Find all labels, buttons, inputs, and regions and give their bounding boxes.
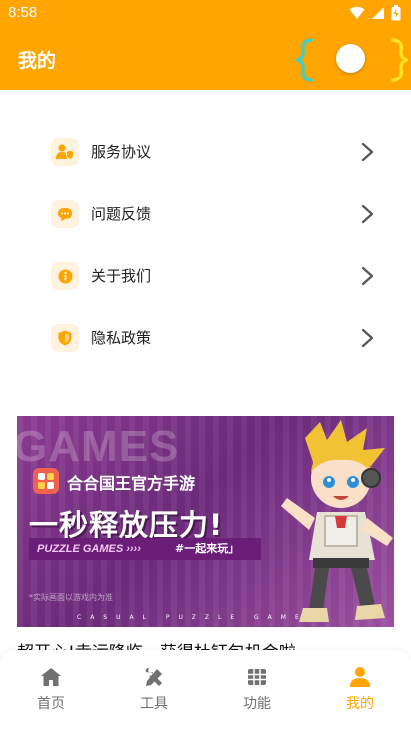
game-character-illustration: [281, 420, 393, 622]
game-logo-icon: [33, 468, 59, 494]
app-header: 我的: [0, 28, 411, 90]
banner-disclaimer: *实际画面以游戏内为准: [29, 593, 113, 602]
user-shield-icon: [51, 138, 79, 166]
tools-icon: [145, 667, 164, 686]
menu-item-label: 服务协议: [91, 143, 152, 161]
menu-item-service-agreement[interactable]: 服务协议: [0, 126, 411, 178]
banner-bg-text: GAMES: [17, 422, 180, 471]
chevron-right-icon: [361, 266, 374, 286]
home-icon: [41, 668, 61, 686]
info-icon: [51, 262, 79, 290]
tab-label: 工具: [140, 696, 168, 712]
status-time: 8:58: [8, 4, 38, 21]
tab-label: 我的: [346, 696, 374, 712]
chat-icon: [51, 200, 79, 228]
status-bar: 8:58: [0, 0, 411, 28]
tab-home[interactable]: 首页: [11, 666, 91, 718]
article-title-text: 超开心!幸运降临，获得杜钰包机会啦: [17, 638, 397, 650]
menu-item-label: 隐私政策: [91, 329, 152, 347]
menu-item-label: 关于我们: [91, 267, 152, 285]
promo-banner[interactable]: GAMES 合合国王官方手游 一秒释放压力! PUZZLE GAMES ››››…: [17, 416, 394, 627]
page-title: 我的: [18, 50, 57, 72]
menu-item-feedback[interactable]: 问题反馈: [0, 188, 411, 240]
theme-toggle[interactable]: [296, 35, 408, 83]
tab-mine[interactable]: 我的: [320, 666, 400, 718]
grid-icon: [248, 669, 266, 685]
menu-item-about-us[interactable]: 关于我们: [0, 250, 411, 302]
person-icon: [350, 667, 370, 687]
toggle-bracket-left-icon: [296, 38, 313, 82]
chevron-right-icon: [361, 204, 374, 224]
chevron-right-icon: [361, 142, 374, 162]
menu-item-privacy-policy[interactable]: 隐私政策: [0, 312, 411, 364]
banner-brand: 合合国王官方手游: [67, 474, 196, 493]
battery-icon: [391, 5, 401, 21]
toggle-bracket-right-icon: [391, 38, 408, 82]
toggle-knob: [336, 44, 365, 73]
bottom-tab-bar: 首页 工具 功能 我的: [0, 650, 411, 729]
article-title[interactable]: 超开心!幸运降临，获得杜钰包机会啦: [17, 636, 397, 650]
tab-label: 首页: [37, 696, 65, 712]
tab-label: 功能: [243, 696, 271, 712]
chevron-right-icon: [361, 328, 374, 348]
tab-features[interactable]: 功能: [217, 666, 297, 718]
tab-tools[interactable]: 工具: [114, 666, 194, 718]
banner-slogan: #一起来玩」: [175, 542, 240, 555]
signal-icon: [372, 7, 384, 19]
status-icons: [349, 5, 401, 21]
wifi-icon: [349, 6, 365, 19]
menu-item-label: 问题反馈: [91, 205, 152, 223]
shield-icon: [51, 324, 79, 352]
